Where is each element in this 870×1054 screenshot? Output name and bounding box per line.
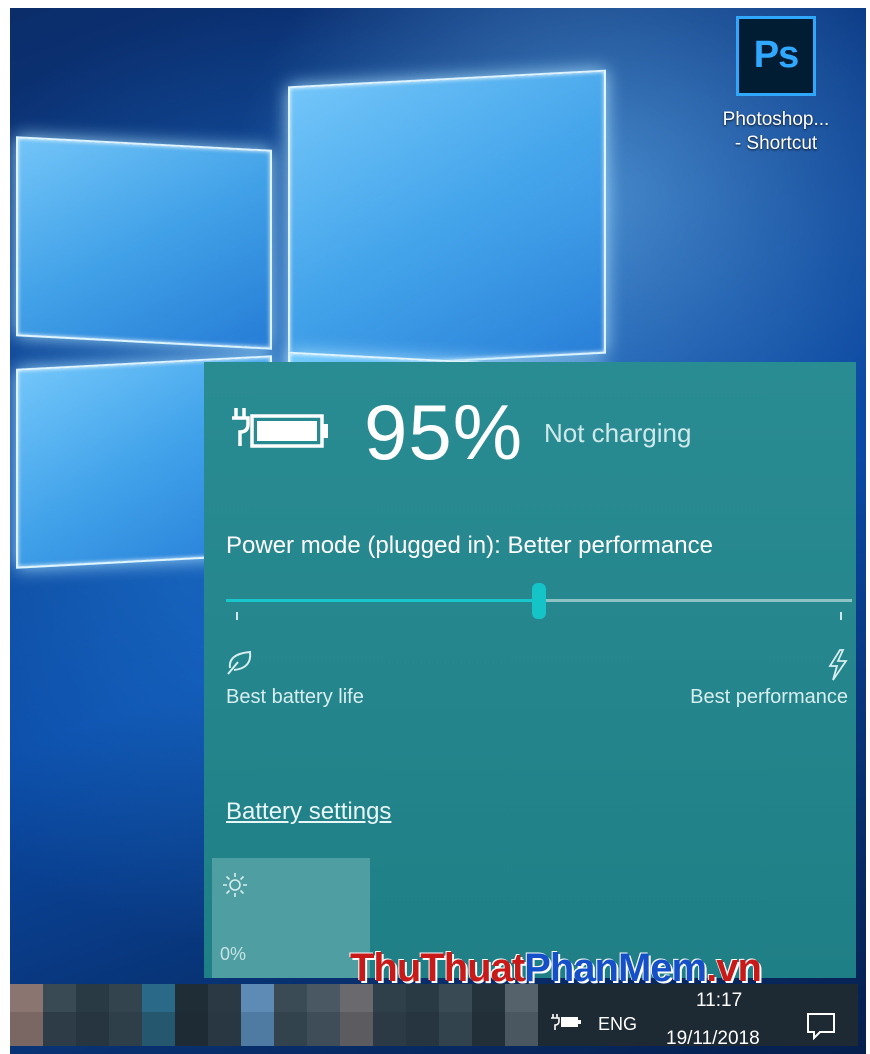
shortcut-label-line1: Photoshop... [722,109,830,130]
shortcut-label: Photoshop... - Shortcut [716,108,836,156]
taskbar: ENG 11:17 19/11/2018 [10,984,858,1049]
brightness-icon [222,872,248,903]
slider-tick [840,612,842,620]
battery-percent: 95% [364,388,524,476]
language-indicator[interactable]: ENG [598,1014,637,1035]
watermark-part2: PhanMem [524,946,707,990]
best-performance-label: Best performance [690,686,848,708]
power-mode-slider[interactable] [226,583,852,619]
shortcut-label-line2: - Shortcut [734,133,818,154]
photoshop-shortcut[interactable]: Ps Photoshop... - Shortcut [716,16,836,156]
leaf-icon [224,648,256,683]
clock-time[interactable]: 11:17 [696,990,742,1012]
action-center-icon[interactable] [806,1012,836,1045]
tray-battery-icon[interactable] [550,1012,582,1037]
lightning-bolt-icon [824,648,850,687]
blurred-taskbar-icons [10,984,538,1046]
battery-plugged-icon [230,404,330,457]
watermark-part1: ThuThuat [350,946,525,990]
taskbar-pinned-apps[interactable] [10,984,540,1046]
slider-tick [236,612,238,620]
watermark: ThuThuatPhanMem.vn [350,946,762,991]
clock-date[interactable]: 19/11/2018 [666,1028,760,1050]
watermark-part3: .vn [706,946,762,990]
brightness-tile[interactable]: 0% [212,858,370,978]
power-mode-label: Power mode (plugged in): Better performa… [226,532,713,559]
slider-thumb[interactable] [532,583,546,619]
slider-fill [226,599,539,602]
battery-flyout: 95% Not charging Power mode (plugged in)… [204,362,856,978]
battery-settings-link[interactable]: Battery settings [226,798,391,826]
photoshop-icon: Ps [736,16,816,96]
best-battery-life-label: Best battery life [226,686,364,708]
brightness-value: 0% [220,944,247,964]
wallpaper-window-pane [288,69,606,371]
charging-status: Not charging [544,418,692,448]
wallpaper-window-pane [16,136,272,350]
